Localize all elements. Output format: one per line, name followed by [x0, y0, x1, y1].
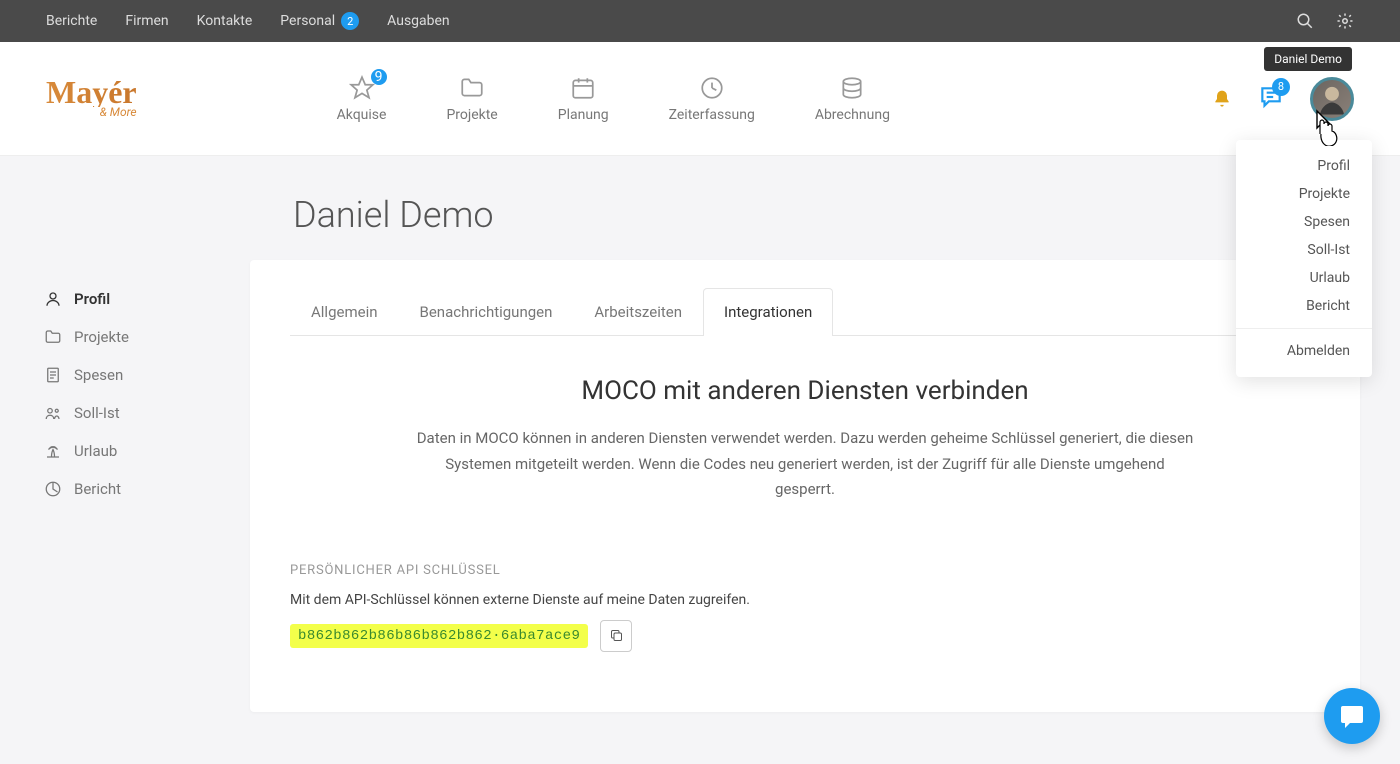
integrations-heading: MOCO mit anderen Diensten verbinden — [415, 376, 1195, 406]
api-key-value: b862b862b86b86b862b862·6aba7ace9 — [290, 624, 588, 648]
sidebar-item-bericht[interactable]: Bericht — [44, 470, 250, 508]
user-icon — [44, 290, 62, 308]
database-icon — [839, 75, 865, 101]
nav-akquise-badge: 9 — [371, 69, 387, 85]
api-key-section-desc: Mit dem API-Schlüssel können externe Die… — [290, 592, 1320, 608]
topbar-personal-badge: 2 — [341, 12, 359, 30]
topbar-item-kontakte[interactable]: Kontakte — [197, 13, 253, 29]
topbar: Berichte Firmen Kontakte Personal 2 Ausg… — [0, 0, 1400, 42]
tab-integrationen[interactable]: Integrationen — [703, 288, 833, 336]
bell-icon[interactable] — [1212, 89, 1232, 109]
sidebar-item-sollist[interactable]: Soll-Ist — [44, 394, 250, 432]
nav-planung[interactable]: Planung — [558, 75, 609, 123]
tab-benachrichtigungen[interactable]: Benachrichtigungen — [399, 288, 574, 335]
topbar-item-firmen[interactable]: Firmen — [125, 13, 168, 29]
dropdown-item-profil[interactable]: Profil — [1236, 152, 1372, 180]
page-title: Daniel Demo — [293, 194, 1400, 236]
dropdown-item-spesen[interactable]: Spesen — [1236, 208, 1372, 236]
mainnav: Mayér & More 9 Akquise Projekte Planung … — [0, 42, 1400, 156]
avatar[interactable] — [1310, 77, 1354, 121]
messages-button[interactable]: 8 — [1258, 84, 1284, 114]
receipt-icon — [44, 366, 62, 384]
dropdown-item-projekte[interactable]: Projekte — [1236, 180, 1372, 208]
sidebar-item-spesen[interactable]: Spesen — [44, 356, 250, 394]
sidebar-item-projekte[interactable]: Projekte — [44, 318, 250, 356]
dropdown-item-urlaub[interactable]: Urlaub — [1236, 264, 1372, 292]
copy-button[interactable] — [600, 620, 632, 652]
avatar-image — [1313, 80, 1351, 118]
sidebar-item-urlaub[interactable]: Urlaub — [44, 432, 250, 470]
logo[interactable]: Mayér & More — [46, 78, 137, 119]
intercom-launcher[interactable] — [1324, 688, 1380, 744]
user-dropdown: Profil Projekte Spesen Soll-Ist Urlaub B… — [1236, 140, 1372, 377]
folder-icon — [459, 75, 485, 101]
nav-abrechnung[interactable]: Abrechnung — [815, 75, 890, 123]
report-icon — [44, 480, 62, 498]
topbar-item-personal[interactable]: Personal 2 — [280, 12, 359, 30]
nav-projekte[interactable]: Projekte — [446, 75, 497, 123]
folder-icon — [44, 328, 62, 346]
dropdown-item-logout[interactable]: Abmelden — [1236, 337, 1372, 365]
clock-icon — [699, 75, 725, 101]
intercom-icon — [1338, 702, 1366, 730]
integrations-description: Daten in MOCO können in anderen Diensten… — [415, 426, 1195, 503]
sidebar: Profil Projekte Spesen Soll-Ist Urlaub B… — [0, 260, 250, 712]
calendar-icon — [570, 75, 596, 101]
balance-icon — [44, 404, 62, 422]
main-panel: Allgemein Benachrichtigungen Arbeitszeit… — [250, 260, 1360, 712]
tabs: Allgemein Benachrichtigungen Arbeitszeit… — [290, 288, 1320, 336]
topbar-item-ausgaben[interactable]: Ausgaben — [387, 13, 450, 29]
tab-arbeitszeiten[interactable]: Arbeitszeiten — [573, 288, 703, 335]
gear-icon[interactable] — [1336, 12, 1354, 30]
vacation-icon — [44, 442, 62, 460]
nav-zeiterfassung[interactable]: Zeiterfassung — [669, 75, 755, 123]
search-icon[interactable] — [1296, 12, 1314, 30]
avatar-tooltip: Daniel Demo — [1264, 47, 1352, 71]
sidebar-item-profil[interactable]: Profil — [44, 280, 250, 318]
nav-akquise[interactable]: 9 Akquise — [337, 75, 387, 123]
copy-icon — [609, 628, 624, 643]
dropdown-item-bericht[interactable]: Bericht — [1236, 292, 1372, 320]
dropdown-item-sollist[interactable]: Soll-Ist — [1236, 236, 1372, 264]
topbar-item-berichte[interactable]: Berichte — [46, 13, 97, 29]
chat-badge: 8 — [1272, 78, 1290, 96]
api-key-section-label: PERSÖNLICHER API SCHLÜSSEL — [290, 563, 1320, 578]
tab-allgemein[interactable]: Allgemein — [290, 288, 399, 335]
